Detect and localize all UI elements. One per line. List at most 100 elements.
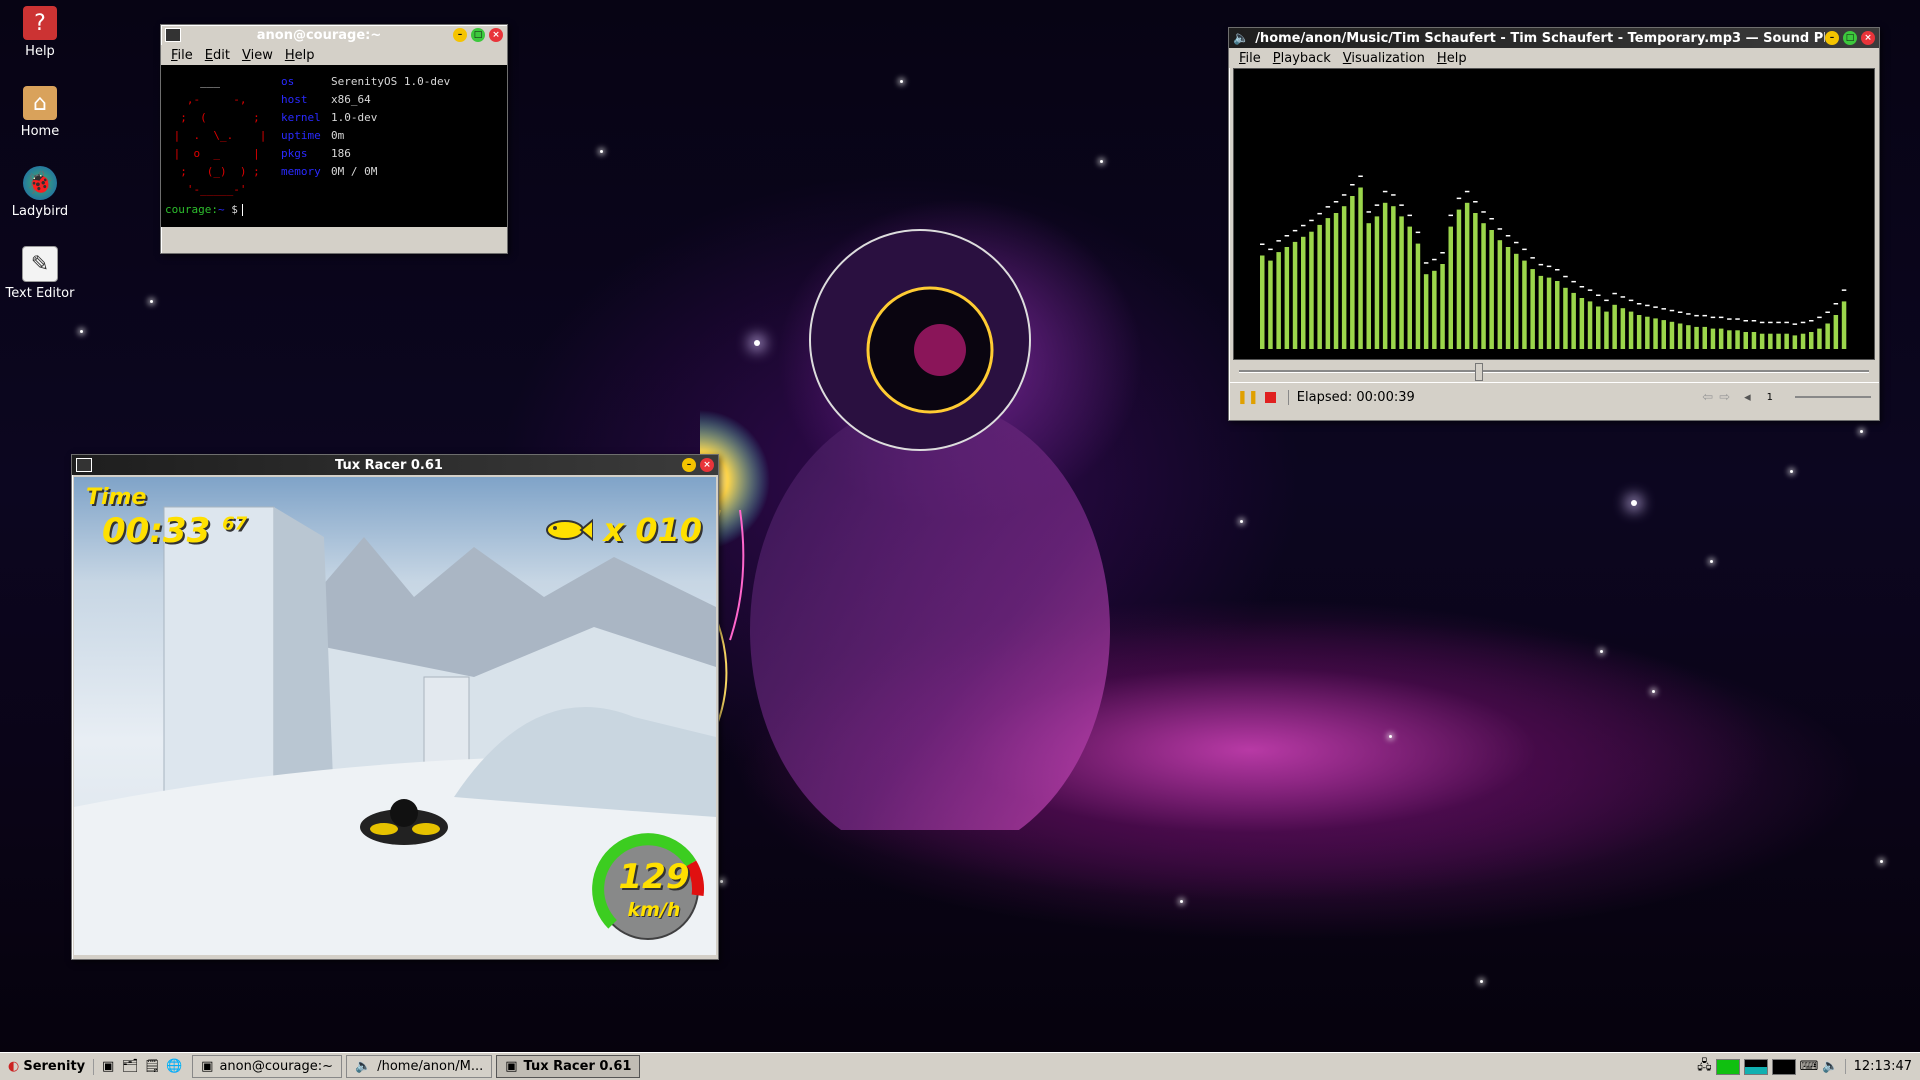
close-button[interactable]: × — [1861, 31, 1875, 45]
volume-slider[interactable] — [1795, 396, 1871, 398]
spectrum-peak — [1636, 303, 1642, 305]
spectrum-peak — [1710, 316, 1716, 319]
spectrum-peak — [1587, 289, 1593, 291]
spectrum-peak — [1555, 269, 1560, 271]
spectrum-bar — [1776, 333, 1781, 349]
spectrum-bar — [1301, 236, 1306, 349]
elapsed-time: Elapsed: 00:00:39 — [1287, 389, 1415, 405]
spectrum-bar — [1653, 318, 1658, 349]
spectrum-bar — [1841, 301, 1847, 349]
terminal-output[interactable]: ___ ,- -, ; ( ; | . \_. | | o _ | ; (_) … — [161, 65, 507, 227]
spectrum-peak — [1464, 190, 1470, 193]
spectrum-peak — [1579, 286, 1585, 288]
spectrum-bar — [1784, 333, 1789, 349]
spectrum-peak — [1374, 204, 1380, 206]
spectrum-bar — [1530, 269, 1535, 349]
tux-racer-titlebar[interactable]: Tux Racer 0.61 – × — [72, 455, 718, 475]
tux-racer-title: Tux Racer 0.61 — [335, 457, 443, 473]
game-viewport[interactable]: Time 00:33 67 x 010 129 km/h — [74, 477, 716, 955]
menu-playback[interactable]: Playback — [1267, 51, 1337, 66]
spectrum-peak — [1481, 211, 1486, 213]
tux-racer-window[interactable]: Tux Racer 0.61 – × Time 00:33 67 x 010 1… — [71, 454, 719, 960]
menu-file[interactable]: File — [165, 48, 199, 63]
spectrum-peak — [1530, 257, 1535, 259]
menu-help[interactable]: Help — [1431, 51, 1473, 66]
spectrum-bar — [1555, 281, 1560, 349]
minimize-button[interactable]: – — [453, 28, 467, 42]
sound-player-window[interactable]: 🔈 /home/anon/Music/Tim Schaufert - Tim S… — [1228, 27, 1880, 421]
menu-edit[interactable]: Edit — [199, 48, 236, 63]
spectrum-bar — [1751, 332, 1757, 349]
spectrum-peak — [1669, 309, 1675, 312]
terminal-launch-icon[interactable]: ▣ — [100, 1059, 116, 1075]
previous-icon[interactable]: ⇦ — [1702, 390, 1713, 405]
sound-player-titlebar[interactable]: 🔈 /home/anon/Music/Tim Schaufert - Tim S… — [1229, 28, 1879, 48]
pause-icon[interactable]: ❚❚ — [1237, 390, 1259, 405]
maximize-button[interactable]: □ — [1843, 31, 1857, 45]
network-icon[interactable]: 🖧 — [1697, 1056, 1712, 1078]
network-graph[interactable] — [1771, 1058, 1796, 1075]
desktop-icon-help[interactable]: ? Help — [0, 6, 80, 59]
next-icon[interactable]: ⇨ — [1719, 390, 1730, 405]
spectrum-bar — [1710, 328, 1716, 349]
spectrum-peak — [1809, 320, 1814, 322]
audio-icon[interactable]: 🔈 — [1822, 1059, 1838, 1074]
clock[interactable]: 12:13:47 — [1844, 1059, 1920, 1074]
spectrum-bar — [1317, 224, 1322, 349]
text-editor-launch-icon[interactable]: 🗒 — [144, 1059, 161, 1075]
spectrum-bar — [1817, 328, 1822, 349]
spectrum-bar — [1366, 223, 1371, 349]
close-button[interactable]: × — [700, 458, 714, 472]
menu-help[interactable]: Help — [279, 48, 321, 63]
text-editor-icon: ✎ — [22, 246, 58, 282]
stop-icon[interactable] — [1264, 391, 1276, 403]
file-manager-launch-icon[interactable]: 🗂 — [122, 1059, 139, 1075]
task-tux-racer[interactable]: ▣ Tux Racer 0.61 — [496, 1055, 641, 1078]
spectrum-peak — [1677, 311, 1683, 313]
seek-slider[interactable] — [1229, 360, 1879, 382]
spectrum-peak — [1563, 275, 1568, 278]
time-label: Time — [86, 485, 147, 510]
spectrum-peak — [1628, 299, 1634, 302]
spectrum-peak — [1751, 320, 1757, 322]
spectrum-bar — [1514, 253, 1519, 349]
spectrum-peak — [1325, 206, 1331, 208]
spectrum-peak — [1686, 313, 1691, 315]
menu-file[interactable]: File — [1233, 51, 1267, 66]
terminal-titlebar[interactable]: anon@courage:~ – □ × — [161, 25, 507, 45]
seek-knob[interactable] — [1474, 363, 1483, 381]
start-button[interactable]: ◐ Serenity — [0, 1055, 93, 1078]
task-sound-player[interactable]: 🔈 /home/anon/M... — [346, 1055, 493, 1078]
cpu-graph[interactable] — [1715, 1058, 1740, 1075]
spectrum-bar — [1587, 301, 1593, 349]
maximize-button[interactable]: □ — [471, 28, 485, 42]
spectrum-peak — [1538, 263, 1544, 266]
spectrum-bar — [1481, 223, 1486, 349]
memory-graph[interactable] — [1743, 1058, 1768, 1075]
keyboard-icon[interactable]: ⌨ — [1800, 1059, 1819, 1074]
browser-launch-icon[interactable]: 🌐 — [166, 1059, 182, 1075]
menu-visualization[interactable]: Visualization — [1337, 51, 1431, 66]
minimize-button[interactable]: – — [1825, 31, 1839, 45]
close-button[interactable]: × — [489, 28, 503, 42]
fish-icon — [546, 518, 594, 542]
shell-prompt[interactable]: courage:~ $ — [165, 203, 243, 216]
desktop-icon-home[interactable]: ⌂ Home — [0, 86, 80, 139]
spectrum-bar — [1669, 321, 1675, 349]
desktop-icon-ladybird[interactable]: 🐞 Ladybird — [0, 166, 80, 219]
spectrum-bar — [1833, 315, 1839, 349]
desktop-icon-label: Text Editor — [5, 286, 75, 301]
desktop-icon-text-editor[interactable]: ✎ Text Editor — [0, 246, 80, 301]
spectrum-peak — [1473, 201, 1478, 203]
volume-label: 1 — [1766, 391, 1773, 403]
spectrum-visualizer — [1233, 68, 1875, 360]
spectrum-bar — [1792, 335, 1798, 349]
spectrum-bar — [1694, 326, 1699, 349]
spectrum-peak — [1702, 314, 1707, 317]
terminal-window[interactable]: anon@courage:~ – □ × File Edit View Help… — [160, 24, 508, 254]
task-terminal[interactable]: ▣ anon@courage:~ — [192, 1055, 343, 1078]
spectrum-bar — [1825, 323, 1830, 349]
minimize-button[interactable]: – — [682, 458, 696, 472]
menu-view[interactable]: View — [236, 48, 279, 63]
speed-unit: km/h — [627, 899, 681, 921]
